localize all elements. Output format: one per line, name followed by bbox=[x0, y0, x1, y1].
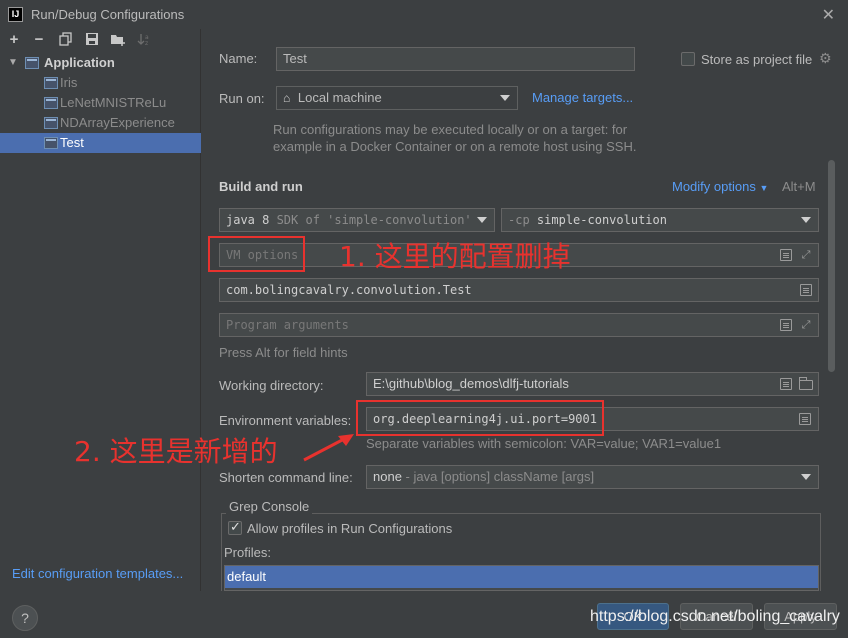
run-on-value: Local machine bbox=[297, 90, 382, 105]
remove-icon[interactable]: − bbox=[31, 32, 47, 48]
chevron-down-icon bbox=[500, 95, 510, 101]
copy-icon[interactable] bbox=[58, 32, 74, 48]
jdk-detail: SDK of 'simple-convolution' bbox=[269, 213, 472, 227]
grep-console-title: Grep Console bbox=[226, 499, 313, 514]
expand-icon[interactable]: ⤢ bbox=[800, 319, 812, 331]
store-as-project-file-checkbox[interactable] bbox=[681, 52, 695, 66]
classpath-combo[interactable]: -cp simple-convolution bbox=[501, 208, 819, 232]
tree-item-label: Test bbox=[60, 135, 84, 150]
jdk-combo[interactable]: java 8 SDK of 'simple-convolution' bbox=[219, 208, 495, 232]
annotation-note-2: 2. 这里是新增的 bbox=[74, 435, 278, 468]
close-icon[interactable]: ✕ bbox=[822, 5, 835, 25]
tree-item-label: LeNetMNISTReLu bbox=[60, 95, 167, 110]
folder-icon[interactable] bbox=[799, 377, 813, 390]
gear-icon[interactable]: ⚙ bbox=[819, 50, 832, 67]
configurations-panel: + − az ▼ Application Iris LeNetMNISTReLu bbox=[0, 29, 201, 591]
annotation-arrow-icon bbox=[303, 434, 354, 462]
shorten-command-line-detail: - java [options] className [args] bbox=[401, 469, 595, 484]
tree-item-iris[interactable]: Iris bbox=[0, 73, 201, 93]
intellij-app-icon: IJ bbox=[8, 7, 23, 22]
annotation-note-1: 1. 这里的配置删掉 bbox=[339, 240, 571, 273]
shorten-command-line-value: none bbox=[373, 469, 402, 484]
tree-item-lenetmnistrelu[interactable]: LeNetMNISTReLu bbox=[0, 93, 201, 113]
edit-configuration-templates-link[interactable]: Edit configuration templates... bbox=[12, 566, 183, 581]
configurations-toolbar: + − az bbox=[0, 29, 201, 53]
window-title: Run/Debug Configurations bbox=[31, 7, 185, 22]
annotation-box-vm-options bbox=[208, 236, 305, 272]
run-on-label: Run on: bbox=[219, 91, 265, 106]
configuration-editor: Name: Test Store as project file ⚙ Run o… bbox=[202, 29, 848, 603]
document-icon[interactable] bbox=[780, 319, 792, 331]
add-icon[interactable]: + bbox=[6, 32, 22, 48]
new-folder-icon[interactable] bbox=[110, 32, 126, 48]
main-class-field[interactable]: com.bolingcavalry.convolution.Test bbox=[219, 278, 819, 302]
allow-profiles-checkbox[interactable] bbox=[228, 519, 242, 535]
expand-icon[interactable]: ⤢ bbox=[800, 249, 812, 261]
store-as-project-file-label: Store as project file bbox=[701, 52, 813, 67]
save-icon[interactable] bbox=[84, 32, 100, 48]
modify-options-shortcut: Alt+M bbox=[782, 179, 816, 194]
profiles-list: default bbox=[224, 565, 819, 591]
working-directory-label: Working directory: bbox=[219, 378, 324, 393]
application-icon bbox=[25, 57, 39, 69]
tree-item-test[interactable]: Test bbox=[0, 133, 201, 153]
program-arguments-field[interactable]: Program arguments ⤢ bbox=[219, 313, 819, 337]
profiles-label: Profiles: bbox=[224, 545, 271, 560]
tree-item-label: NDArrayExperience bbox=[60, 115, 175, 130]
document-icon[interactable] bbox=[799, 413, 811, 425]
profile-item-default[interactable]: default bbox=[225, 566, 818, 588]
shorten-command-line-combo[interactable]: none - java [options] className [args] bbox=[366, 465, 819, 489]
dialog-footer: ? OK Cancel Apply https://blog.csdn.net/… bbox=[0, 591, 848, 638]
build-and-run-heading: Build and run bbox=[219, 179, 303, 194]
document-icon[interactable] bbox=[780, 378, 792, 390]
manage-targets-link[interactable]: Manage targets... bbox=[532, 90, 633, 105]
application-config-icon bbox=[44, 77, 58, 89]
shorten-command-line-label: Shorten command line: bbox=[219, 470, 353, 485]
vertical-scrollbar[interactable] bbox=[828, 160, 835, 372]
chevron-down-icon bbox=[477, 217, 487, 223]
name-label: Name: bbox=[219, 51, 258, 66]
run-on-combo[interactable]: ⌂ Local machine bbox=[276, 86, 518, 110]
working-directory-field[interactable]: E:\github\blog_demos\dlfj-tutorials bbox=[366, 372, 819, 396]
title-bar: IJ Run/Debug Configurations ✕ bbox=[0, 0, 848, 29]
run-on-hint-line-1: Run configurations may be executed local… bbox=[273, 122, 628, 137]
document-icon[interactable] bbox=[800, 284, 812, 296]
working-directory-value: E:\github\blog_demos\dlfj-tutorials bbox=[373, 376, 569, 391]
tree-group-application[interactable]: ▼ Application bbox=[0, 53, 201, 73]
chevron-down-icon bbox=[801, 474, 811, 480]
tree-item-ndarrayexperience[interactable]: NDArrayExperience bbox=[0, 113, 201, 133]
sort-icon[interactable]: az bbox=[136, 32, 152, 48]
field-hints-text: Press Alt for field hints bbox=[219, 345, 348, 360]
main-class-value: com.bolingcavalry.convolution.Test bbox=[226, 283, 472, 297]
application-config-icon bbox=[44, 97, 58, 109]
application-config-icon bbox=[44, 137, 58, 149]
program-arguments-placeholder: Program arguments bbox=[226, 318, 349, 332]
classpath-value: simple-convolution bbox=[536, 213, 667, 227]
chevron-down-icon[interactable]: ▼ bbox=[8, 53, 18, 73]
allow-profiles-label: Allow profiles in Run Configurations bbox=[247, 521, 453, 536]
classpath-prefix: -cp bbox=[508, 213, 530, 227]
document-icon[interactable] bbox=[780, 249, 792, 261]
chevron-down-icon bbox=[801, 217, 811, 223]
annotation-box-environment bbox=[356, 400, 604, 436]
svg-text:z: z bbox=[145, 40, 148, 46]
tree-item-label: Iris bbox=[60, 75, 78, 90]
home-icon: ⌂ bbox=[283, 91, 291, 105]
chevron-down-icon: ▼ bbox=[759, 183, 769, 193]
jdk-value: java 8 bbox=[226, 213, 270, 227]
tree-group-label: Application bbox=[44, 55, 115, 70]
modify-options-link[interactable]: Modify options ▼ bbox=[672, 179, 768, 194]
environment-variables-hint: Separate variables with semicolon: VAR=v… bbox=[366, 436, 722, 451]
run-on-hint-line-2: example in a Docker Container or on a re… bbox=[273, 139, 637, 154]
application-config-icon bbox=[44, 117, 58, 129]
name-field[interactable]: Test bbox=[276, 47, 635, 71]
watermark-url: https://blog.csdn.net/boling_cavalry bbox=[590, 608, 840, 625]
help-button[interactable]: ? bbox=[12, 605, 38, 631]
modify-options-label: Modify options bbox=[672, 179, 756, 194]
